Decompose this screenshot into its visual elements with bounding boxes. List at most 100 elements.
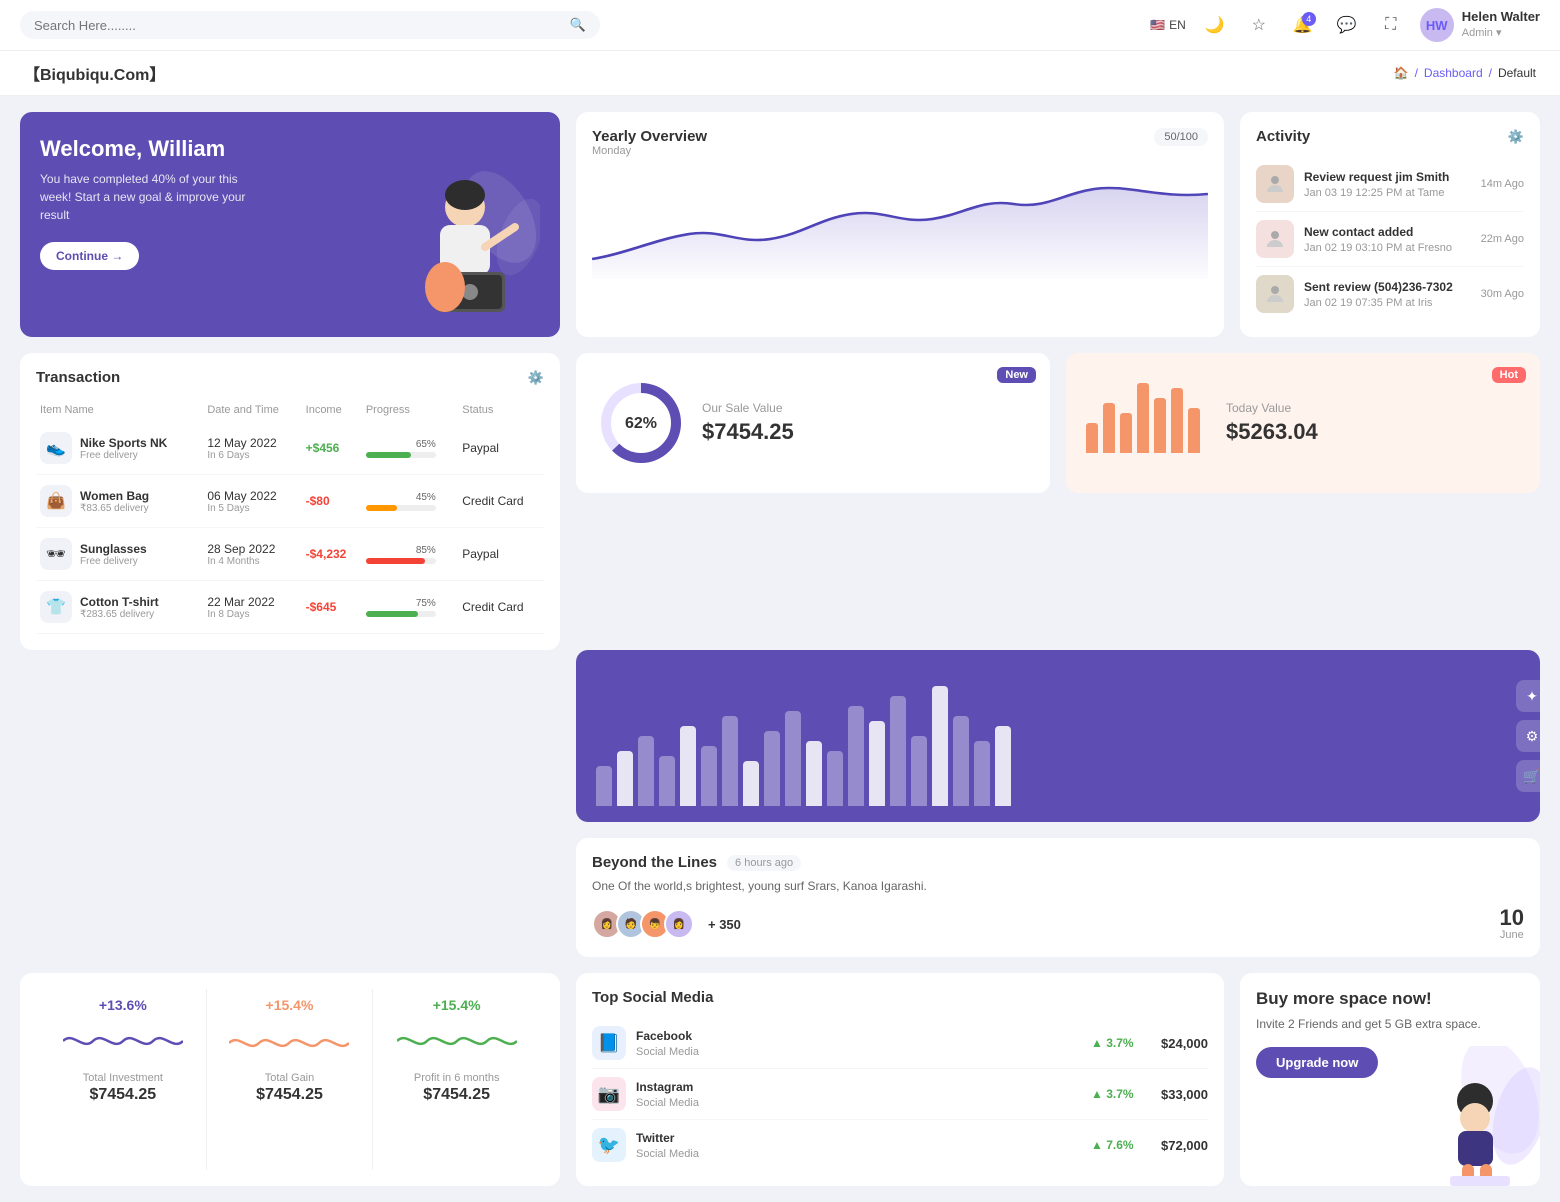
home-icon[interactable]: 🏠 — [1394, 66, 1409, 80]
item-cell: 👜 Women Bag ₹83.65 delivery — [40, 485, 199, 517]
topnav-right: 🇺🇸 EN 🌙 ☆ 🔔 4 💬 ⛶ HW Helen Walter Admin … — [1150, 8, 1540, 42]
flag-icon: 🇺🇸 — [1150, 18, 1165, 32]
user-avatar: HW — [1420, 8, 1454, 42]
brand-logo: 【Biqubiqu.Com】 — [24, 61, 165, 85]
social-name: Twitter Social Media — [636, 1131, 1081, 1160]
yearly-chart — [592, 169, 1208, 279]
sale-info: Our Sale Value $7454.25 — [702, 401, 794, 445]
chart-bar — [995, 726, 1011, 806]
chart-bar — [596, 766, 612, 806]
progress-bar — [366, 611, 436, 617]
bookmark-icon[interactable]: ☆ — [1244, 10, 1274, 40]
progress-fill — [366, 558, 426, 564]
income-cell: -$4,232 — [302, 528, 362, 581]
today-value-card: Hot Today Value $5263.04 — [1066, 353, 1540, 493]
yearly-badge: 50/100 — [1154, 128, 1208, 146]
transaction-title: Transaction — [36, 369, 120, 386]
chart-bar — [869, 721, 885, 806]
item-cell: 👕 Cotton T-shirt ₹283.65 delivery — [40, 591, 199, 623]
sale-value-card: New 62% Our Sale Value $7454.25 — [576, 353, 1050, 493]
beyond-date-month: June — [1500, 929, 1524, 941]
row2-grid: Transaction ⚙️ Item Name Date and Time I… — [0, 337, 1560, 650]
upgrade-button[interactable]: Upgrade now — [1256, 1047, 1378, 1078]
item-icon: 👜 — [40, 485, 72, 517]
progress-label: 85% — [366, 545, 436, 556]
lang-label: EN — [1169, 18, 1186, 32]
item-sub: Free delivery — [80, 556, 147, 567]
activity-time: 22m Ago — [1481, 233, 1524, 245]
social-icon: 📘 — [592, 1026, 626, 1060]
mini-stat-item: +13.6% Total Investment $7454.25 — [40, 989, 207, 1170]
today-bars-chart — [1086, 393, 1200, 453]
cart-icon[interactable]: 🛒 — [1516, 760, 1540, 792]
user-info: Helen Walter Admin ▾ — [1462, 9, 1540, 40]
beyond-card: Beyond the Lines 6 hours ago One Of the … — [576, 838, 1540, 957]
user-menu[interactable]: HW Helen Walter Admin ▾ — [1420, 8, 1540, 42]
progress-fill — [366, 505, 398, 511]
activity-thumb — [1256, 275, 1294, 313]
item-icon: 🕶 — [40, 538, 72, 570]
fullscreen-icon[interactable]: ⛶ — [1376, 10, 1406, 40]
today-bar — [1086, 423, 1098, 453]
social-media-item: 📘 Facebook Social Media ▲ 3.7% $24,000 — [592, 1018, 1208, 1069]
chart-bar — [785, 711, 801, 806]
lang-selector[interactable]: 🇺🇸 EN — [1150, 18, 1186, 32]
transaction-settings-icon[interactable]: ⚙️ — [528, 370, 544, 386]
breadcrumb-bar: 【Biqubiqu.Com】 🏠 / Dashboard / Default — [0, 51, 1560, 96]
social-media-title: Top Social Media — [592, 989, 1208, 1006]
status-cell: Paypal — [458, 528, 544, 581]
mini-stat-value: $7454.25 — [219, 1086, 361, 1104]
notification-icon[interactable]: 🔔 4 — [1288, 10, 1318, 40]
welcome-illustration — [370, 157, 550, 337]
activity-list: Review request jim Smith Jan 03 19 12:25… — [1256, 157, 1524, 321]
search-input[interactable] — [34, 18, 562, 33]
chart-icon-1[interactable]: ✦ — [1516, 680, 1540, 712]
beyond-header: Beyond the Lines 6 hours ago — [592, 854, 1524, 871]
social-icon: 🐦 — [592, 1128, 626, 1162]
activity-thumb — [1256, 220, 1294, 258]
breadcrumb-default: Default — [1498, 66, 1536, 80]
progress-bar-wrap: 85% — [366, 545, 436, 564]
chart-icon-2[interactable]: ⚙ — [1516, 720, 1540, 752]
chart-bar — [932, 686, 948, 806]
beyond-date-num: 10 — [1500, 907, 1524, 929]
yearly-title: Yearly Overview — [592, 128, 707, 145]
table-row: 🕶 Sunglasses Free delivery 28 Sep 2022 I… — [36, 528, 544, 581]
chart-bar — [827, 751, 843, 806]
chart-bar — [617, 751, 633, 806]
top-navigation: 🔍 🇺🇸 EN 🌙 ☆ 🔔 4 💬 ⛶ HW Helen Walter Admi… — [0, 0, 1560, 51]
breadcrumb-dashboard[interactable]: Dashboard — [1424, 66, 1483, 80]
progress-bar — [366, 505, 436, 511]
progress-label: 65% — [366, 439, 436, 450]
mini-wave-chart — [397, 1021, 517, 1061]
buy-illustration — [1400, 1046, 1540, 1186]
table-row: 👟 Nike Sports NK Free delivery 12 May 20… — [36, 422, 544, 475]
welcome-card: Welcome, William You have completed 40% … — [20, 112, 560, 337]
progress-fill — [366, 611, 419, 617]
search-bar[interactable]: 🔍 — [20, 11, 600, 39]
item-icon: 👕 — [40, 591, 72, 623]
activity-title: Activity — [1256, 128, 1310, 145]
date-main: 28 Sep 2022 — [207, 542, 297, 556]
activity-info: New contact added Jan 02 19 03:10 PM at … — [1304, 225, 1471, 254]
chart-right-icons: ✦ ⚙ 🛒 — [1516, 680, 1540, 792]
income-cell: +$456 — [302, 422, 362, 475]
date-main: 12 May 2022 — [207, 436, 297, 450]
yearly-header: Yearly Overview Monday 50/100 — [592, 128, 1208, 165]
mini-stat-label: Profit in 6 months — [385, 1072, 528, 1084]
item-name: Nike Sports NK — [80, 436, 167, 450]
user-role: Admin ▾ — [1462, 26, 1540, 40]
activity-settings-icon[interactable]: ⚙️ — [1508, 129, 1524, 145]
activity-card: Activity ⚙️ Review request jim Smith Jan… — [1240, 112, 1540, 337]
bar-chart-bars — [592, 666, 1524, 806]
avatar-4: 👩 — [664, 909, 694, 939]
notification-badge: 4 — [1302, 12, 1316, 26]
today-info: Today Value $5263.04 — [1226, 401, 1318, 445]
bar-chart-card: ✦ ⚙ 🛒 — [576, 650, 1540, 822]
date-main: 06 May 2022 — [207, 489, 297, 503]
progress-bar-wrap: 45% — [366, 492, 436, 511]
continue-button[interactable]: Continue → — [40, 242, 139, 270]
theme-toggle[interactable]: 🌙 — [1200, 10, 1230, 40]
message-icon[interactable]: 💬 — [1332, 10, 1362, 40]
mini-wave-chart — [229, 1021, 349, 1061]
